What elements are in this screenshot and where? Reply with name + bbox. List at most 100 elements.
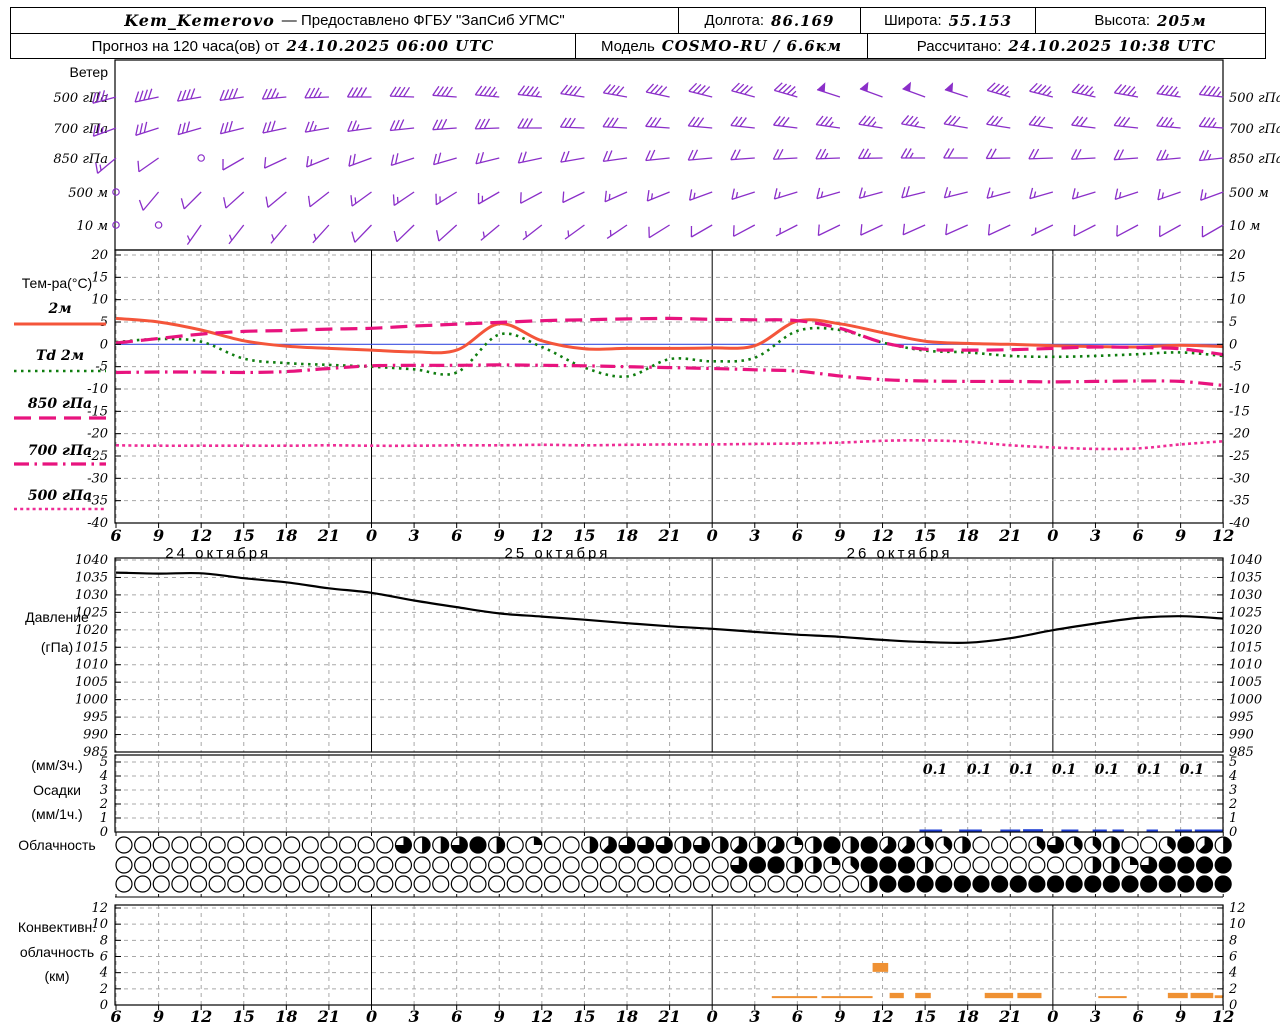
svg-text:0.1: 0.1	[967, 762, 991, 778]
svg-text:21: 21	[317, 526, 340, 545]
svg-text:1020: 1020	[1229, 623, 1262, 638]
meteogram-page: Kem_Kemerovo — Предоставлено ФГБУ "ЗапСи…	[0, 0, 1280, 1024]
svg-text:15: 15	[914, 526, 936, 545]
svg-text:0: 0	[707, 526, 718, 545]
svg-text:18: 18	[957, 1007, 979, 1024]
svg-text:18: 18	[275, 1007, 297, 1024]
svg-text:2: 2	[1228, 797, 1237, 812]
svg-text:3: 3	[1229, 783, 1237, 798]
svg-text:15: 15	[91, 270, 108, 285]
svg-text:25 октября: 25 октября	[505, 545, 611, 562]
svg-text:3: 3	[409, 1007, 420, 1024]
svg-text:990: 990	[83, 728, 108, 743]
svg-text:6: 6	[1229, 950, 1237, 965]
convective-bar	[1098, 996, 1126, 998]
temp-series-Td-2м	[116, 328, 1223, 377]
meteogram-chart: Ветер500 гПа500 гПа700 гПа700 гПа850 гПа…	[0, 0, 1280, 1024]
svg-text:850 гПа: 850 гПа	[1229, 152, 1280, 167]
convective-bar	[821, 996, 872, 998]
svg-text:1030: 1030	[75, 588, 108, 603]
svg-text:700 гПа: 700 гПа	[28, 443, 92, 459]
svg-text:21: 21	[998, 526, 1021, 545]
temp-series-700-гПа	[116, 365, 1223, 386]
svg-text:(км): (км)	[44, 968, 69, 984]
wind-row-700-гПа: 700 гПа700 гПа	[53, 115, 1280, 137]
svg-text:18: 18	[616, 526, 638, 545]
svg-text:6: 6	[792, 526, 803, 545]
svg-text:5: 5	[100, 755, 108, 770]
svg-text:1005: 1005	[1229, 675, 1262, 690]
convective-bar	[772, 996, 817, 998]
svg-text:0: 0	[1229, 825, 1237, 840]
temperature-panel: 2020151510105500-5-5-10-10-15-15-20-20-2…	[87, 248, 1250, 531]
svg-text:4: 4	[1228, 769, 1237, 784]
svg-text:12: 12	[190, 526, 212, 545]
svg-text:9: 9	[834, 526, 845, 545]
svg-text:850 гПа: 850 гПа	[28, 396, 92, 412]
pressure-title: Давление	[25, 609, 89, 625]
svg-text:500 м: 500 м	[1229, 186, 1269, 201]
svg-text:500 м: 500 м	[68, 186, 108, 201]
svg-text:3: 3	[409, 526, 420, 545]
svg-text:9: 9	[153, 1007, 164, 1024]
svg-text:6: 6	[1132, 1007, 1143, 1024]
svg-text:1040: 1040	[1229, 553, 1262, 568]
svg-text:10: 10	[91, 293, 108, 308]
svg-text:1035: 1035	[1229, 570, 1262, 585]
svg-text:-35: -35	[1229, 494, 1250, 509]
svg-text:18: 18	[275, 526, 297, 545]
svg-text:21: 21	[317, 1007, 340, 1024]
svg-text:(гПа): (гПа)	[41, 639, 73, 655]
svg-text:1: 1	[100, 811, 108, 826]
svg-text:0.1: 0.1	[923, 762, 947, 778]
svg-text:700 гПа: 700 гПа	[1229, 122, 1280, 137]
svg-text:0: 0	[100, 825, 108, 840]
svg-text:6: 6	[100, 950, 108, 965]
svg-text:500 гПа: 500 гПа	[1229, 91, 1280, 106]
svg-text:1015: 1015	[1229, 640, 1262, 655]
svg-text:-10: -10	[1229, 382, 1250, 397]
svg-text:21: 21	[657, 1007, 680, 1024]
svg-text:24 октября: 24 октября	[165, 545, 271, 562]
svg-text:0: 0	[366, 526, 377, 545]
svg-text:1030: 1030	[1229, 588, 1262, 603]
svg-text:0.1: 0.1	[1137, 762, 1161, 778]
convective-bar	[915, 993, 931, 998]
temperature-title: Тем-ра(°C)	[22, 275, 92, 291]
precip-unit-3h: (мм/3ч.)	[31, 757, 82, 773]
svg-text:0: 0	[100, 998, 108, 1013]
svg-text:0.1: 0.1	[1180, 762, 1204, 778]
svg-text:20: 20	[90, 248, 108, 263]
svg-text:1000: 1000	[1229, 693, 1262, 708]
svg-text:12: 12	[190, 1007, 212, 1024]
svg-text:1035: 1035	[75, 570, 108, 585]
wind-title: Ветер	[70, 64, 109, 80]
svg-text:8: 8	[100, 933, 108, 948]
svg-text:1025: 1025	[1229, 605, 1262, 620]
svg-text:0: 0	[1047, 1007, 1058, 1024]
svg-text:-40: -40	[87, 516, 108, 531]
svg-text:3: 3	[1090, 1007, 1101, 1024]
cloudiness-title: Облачность	[18, 837, 95, 853]
svg-text:21: 21	[657, 526, 680, 545]
svg-text:-20: -20	[87, 427, 108, 442]
svg-text:6: 6	[1132, 526, 1143, 545]
time-axis-bottom: 6912151821036912151821036912151821036912	[110, 1007, 1234, 1024]
temp-series-500-гПа	[116, 440, 1223, 449]
svg-text:1005: 1005	[75, 675, 108, 690]
precip-title: Осадки	[33, 782, 81, 798]
convective-bar	[1191, 993, 1214, 998]
svg-text:-30: -30	[87, 471, 108, 486]
svg-text:8: 8	[1229, 933, 1237, 948]
svg-text:15: 15	[233, 526, 255, 545]
svg-text:2: 2	[99, 982, 108, 997]
svg-text:12: 12	[1229, 901, 1246, 916]
svg-text:995: 995	[83, 710, 108, 725]
svg-text:3: 3	[749, 1007, 760, 1024]
cloud-row-3	[116, 876, 1231, 892]
svg-text:9: 9	[1175, 526, 1186, 545]
svg-text:995: 995	[1229, 710, 1254, 725]
svg-text:15: 15	[573, 526, 595, 545]
wind-row-500-м: 500 м 500 м	[68, 186, 1268, 210]
svg-text:10 м: 10 м	[1229, 219, 1260, 234]
